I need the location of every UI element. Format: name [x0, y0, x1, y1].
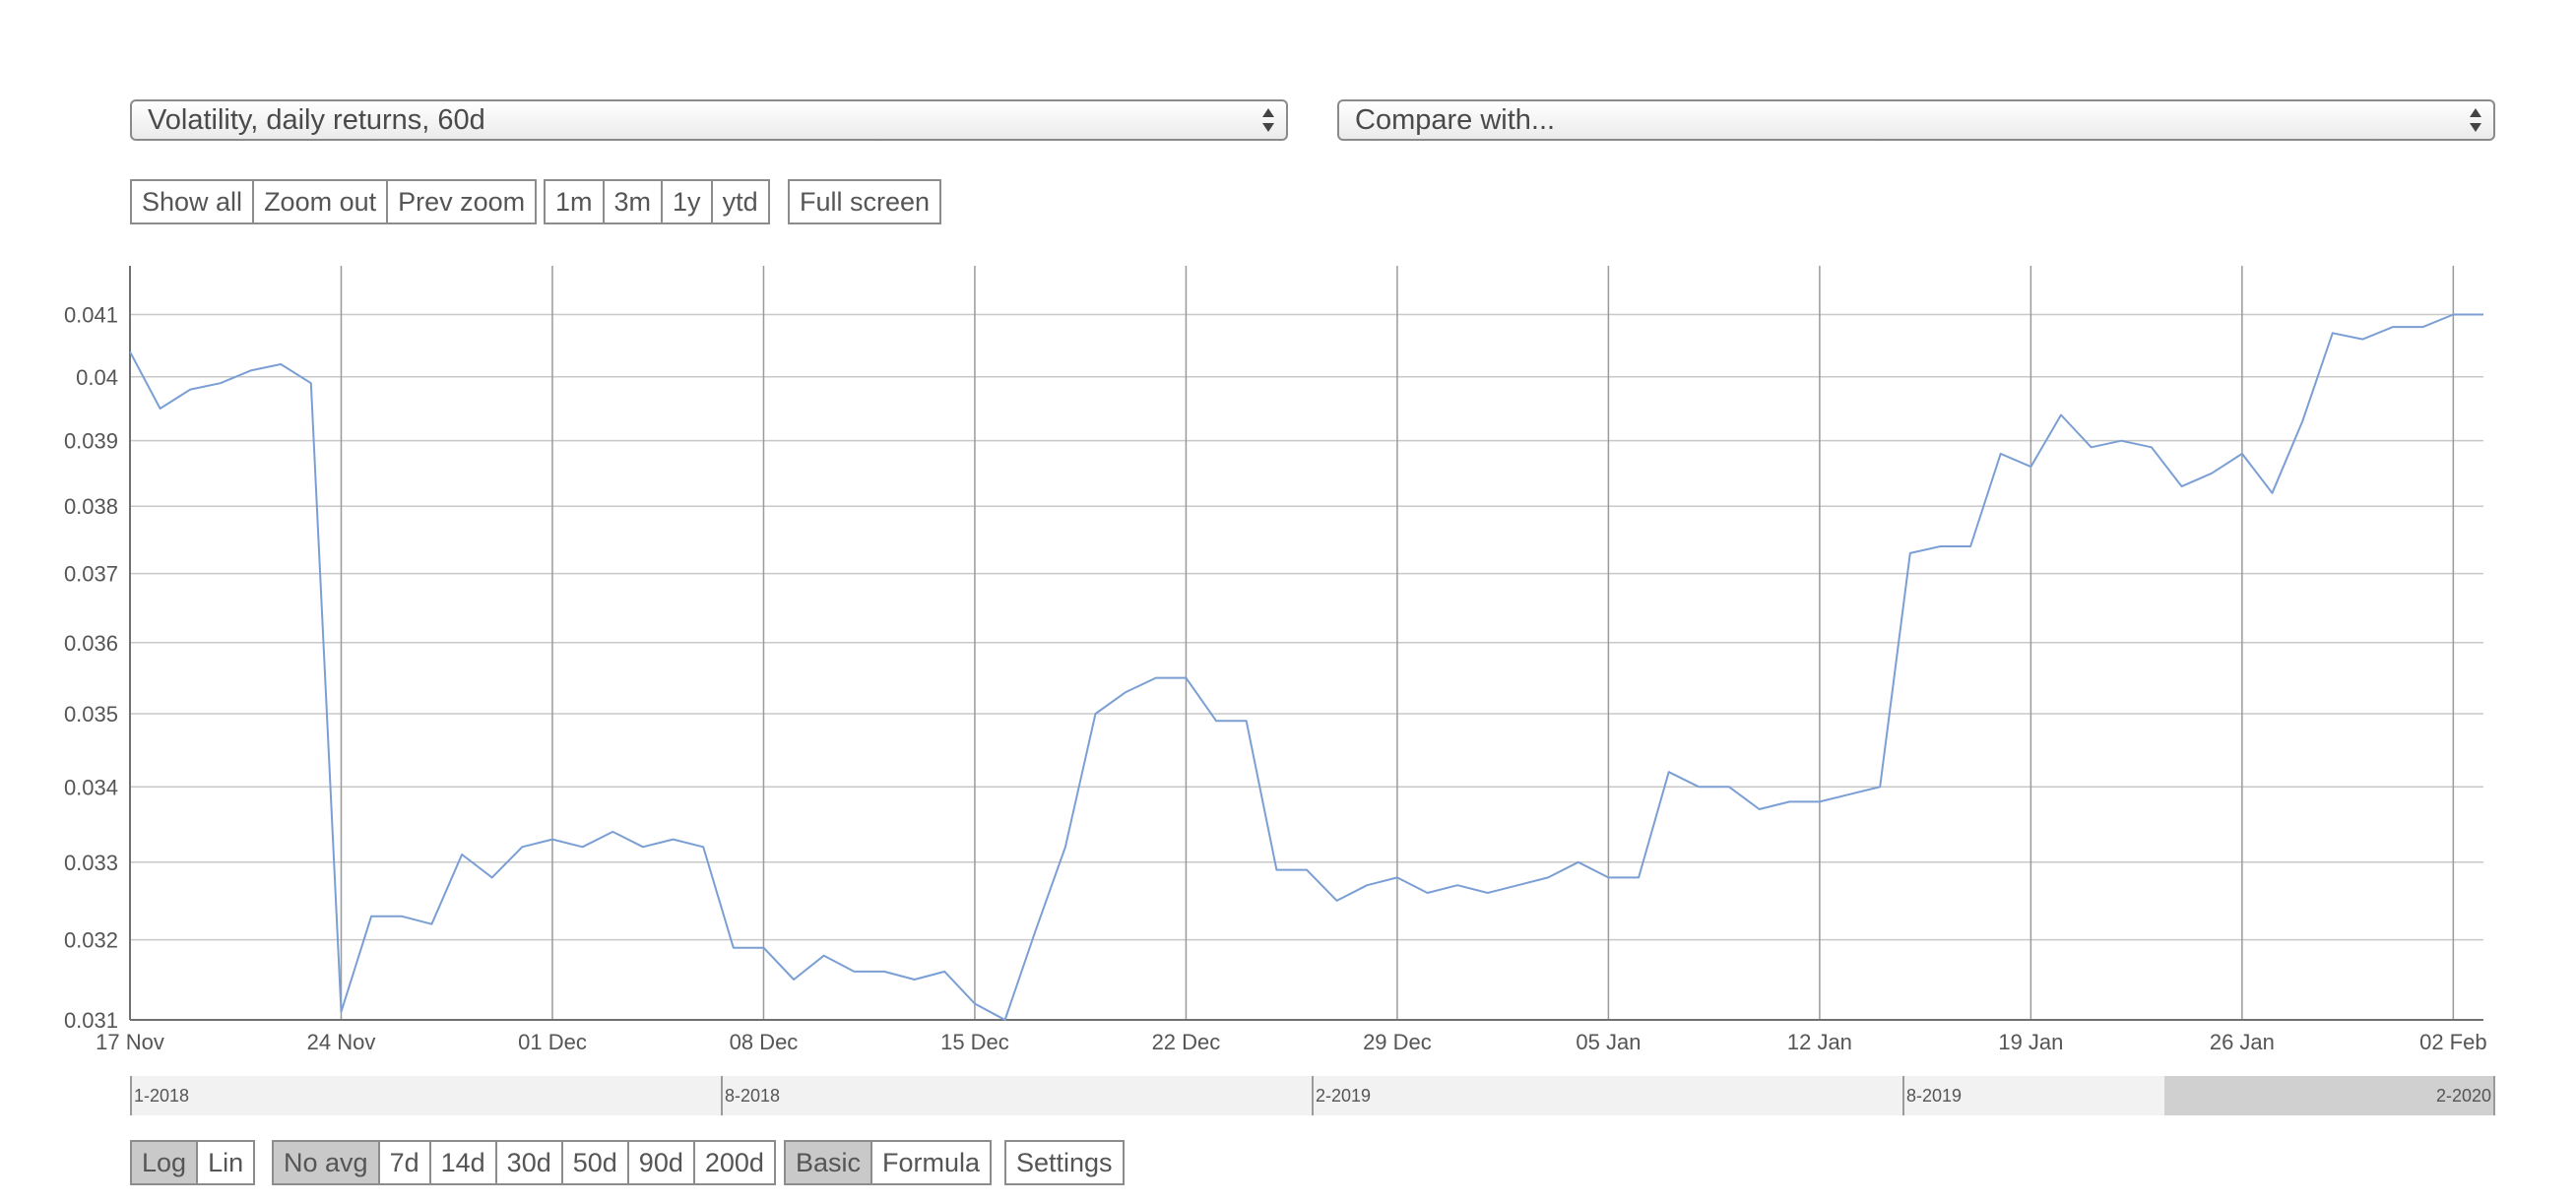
zoom-out-button[interactable]: Zoom out: [252, 179, 389, 224]
fullscreen-button-group: Full screen: [788, 179, 942, 224]
y-tick-label: 0.04: [76, 365, 118, 390]
y-tick-label: 0.039: [64, 429, 118, 454]
range-button-group: 1m 3m 1y ytd: [544, 179, 770, 224]
y-tick-label: 0.035: [64, 702, 118, 727]
select-arrows-icon: [2470, 108, 2481, 132]
mode-button-group: Basic Formula: [784, 1140, 993, 1185]
navigator-label: 2-2019: [1316, 1086, 1372, 1106]
scale-button-group: Log Lin: [130, 1140, 256, 1185]
compare-select-value: Compare with...: [1355, 104, 1556, 136]
select-arrows-icon: [1262, 108, 1274, 132]
full-screen-button[interactable]: Full screen: [788, 179, 942, 224]
settings-button[interactable]: Settings: [1004, 1140, 1125, 1185]
compare-select[interactable]: Compare with...: [1337, 99, 2495, 141]
avg-50d-button[interactable]: 50d: [560, 1140, 629, 1185]
x-tick-label: 26 Jan: [2210, 1030, 2275, 1054]
range-1m-button[interactable]: 1m: [544, 179, 605, 224]
formula-mode-button[interactable]: Formula: [870, 1140, 993, 1185]
prev-zoom-button[interactable]: Prev zoom: [386, 179, 538, 224]
x-tick-label: 02 Feb: [2419, 1030, 2487, 1054]
navigator-label: 8-2018: [725, 1086, 781, 1106]
navigator-marker: [1312, 1076, 1314, 1115]
navigator-marker: [1902, 1076, 1904, 1115]
y-tick-label: 0.038: [64, 494, 118, 519]
x-tick-label: 15 Dec: [940, 1030, 1009, 1054]
avg-14d-button[interactable]: 14d: [428, 1140, 497, 1185]
navigator-marker: [2493, 1076, 2495, 1115]
series-line: [129, 313, 2483, 1021]
x-tick-label: 29 Dec: [1363, 1030, 1432, 1054]
navigator-label: 8-2019: [1906, 1086, 1963, 1106]
avg-7d-button[interactable]: 7d: [377, 1140, 431, 1185]
metric-select-value: Volatility, daily returns, 60d: [148, 104, 485, 136]
range-3m-button[interactable]: 3m: [602, 179, 664, 224]
x-tick-label: 24 Nov: [307, 1030, 376, 1054]
range-ytd-button[interactable]: ytd: [710, 179, 770, 224]
x-tick-label: 01 Dec: [518, 1030, 587, 1054]
x-tick-label: 05 Jan: [1576, 1030, 1641, 1054]
x-tick-label: 12 Jan: [1787, 1030, 1852, 1054]
avg-200d-button[interactable]: 200d: [692, 1140, 776, 1185]
x-tick-label: 08 Dec: [730, 1030, 799, 1054]
no-avg-button[interactable]: No avg: [272, 1140, 380, 1185]
volatility-line-chart[interactable]: 0.0310.0320.0330.0340.0350.0360.0370.038…: [0, 246, 2576, 1063]
x-tick-label: 17 Nov: [96, 1030, 164, 1054]
range-1y-button[interactable]: 1y: [661, 179, 713, 224]
basic-mode-button[interactable]: Basic: [784, 1140, 873, 1185]
y-tick-label: 0.033: [64, 851, 118, 875]
y-tick-label: 0.036: [64, 631, 118, 656]
settings-button-group: Settings: [1004, 1140, 1125, 1185]
x-tick-label: 19 Jan: [1998, 1030, 2063, 1054]
zoom-button-group: Show all Zoom out Prev zoom: [130, 179, 538, 224]
avg-button-group: No avg 7d 14d 30d 50d 90d 200d: [272, 1140, 776, 1185]
y-tick-label: 0.032: [64, 928, 118, 953]
avg-30d-button[interactable]: 30d: [494, 1140, 563, 1185]
navigator-bar[interactable]: 1-2018 8-2018 2-2019 8-2019 2-2020: [130, 1076, 2495, 1115]
navigator-marker: [130, 1076, 132, 1115]
navigator-marker: [721, 1076, 723, 1115]
y-tick-label: 0.034: [64, 775, 118, 799]
navigator-label: 1-2018: [134, 1086, 190, 1106]
show-all-button[interactable]: Show all: [130, 179, 255, 224]
lin-scale-button[interactable]: Lin: [196, 1140, 256, 1185]
x-tick-label: 22 Dec: [1152, 1030, 1221, 1054]
y-tick-label: 0.041: [64, 303, 118, 328]
metric-select[interactable]: Volatility, daily returns, 60d: [130, 99, 1288, 141]
navigator-label: 2-2020: [2435, 1086, 2491, 1106]
log-scale-button[interactable]: Log: [130, 1140, 199, 1185]
y-tick-label: 0.037: [64, 562, 118, 587]
avg-90d-button[interactable]: 90d: [626, 1140, 695, 1185]
